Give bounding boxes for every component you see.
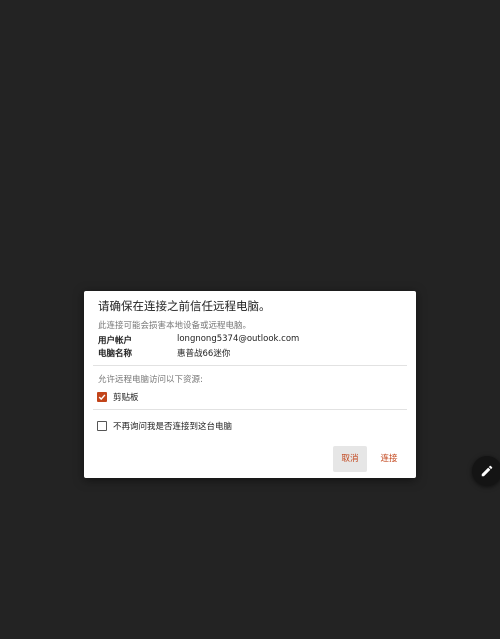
clipboard-checkbox-row[interactable]: 剪贴板 bbox=[97, 391, 139, 403]
clipboard-checkbox[interactable] bbox=[97, 392, 107, 402]
user-account-label: 用户帐户 bbox=[98, 336, 133, 346]
divider bbox=[93, 365, 407, 366]
clipboard-label: 剪贴板 bbox=[113, 393, 139, 403]
edit-fab-button[interactable] bbox=[472, 456, 500, 486]
dialog-title: 请确保在连接之前信任远程电脑。 bbox=[98, 299, 271, 313]
pc-name-value: 惠普战66迷你 bbox=[177, 349, 231, 359]
pc-name-label: 电脑名称 bbox=[98, 349, 133, 359]
divider bbox=[93, 409, 407, 410]
dont-ask-checkbox-row[interactable]: 不再询问我是否连接到这台电脑 bbox=[97, 420, 232, 432]
dont-ask-checkbox[interactable] bbox=[97, 421, 107, 431]
connect-button[interactable]: 连接 bbox=[375, 446, 403, 472]
dialog-subtitle: 此连接可能会损害本地设备或远程电脑。 bbox=[98, 321, 252, 331]
checkmark-icon bbox=[98, 394, 106, 401]
cancel-button[interactable]: 取消 bbox=[333, 446, 367, 472]
pencil-icon bbox=[481, 465, 493, 477]
trust-dialog: 请确保在连接之前信任远程电脑。 此连接可能会损害本地设备或远程电脑。 用户帐户 … bbox=[84, 291, 416, 478]
user-account-value: longnong5374@outlook.com bbox=[177, 334, 300, 344]
dont-ask-label: 不再询问我是否连接到这台电脑 bbox=[113, 422, 233, 432]
resources-label: 允许远程电脑访问以下资源: bbox=[98, 375, 203, 385]
